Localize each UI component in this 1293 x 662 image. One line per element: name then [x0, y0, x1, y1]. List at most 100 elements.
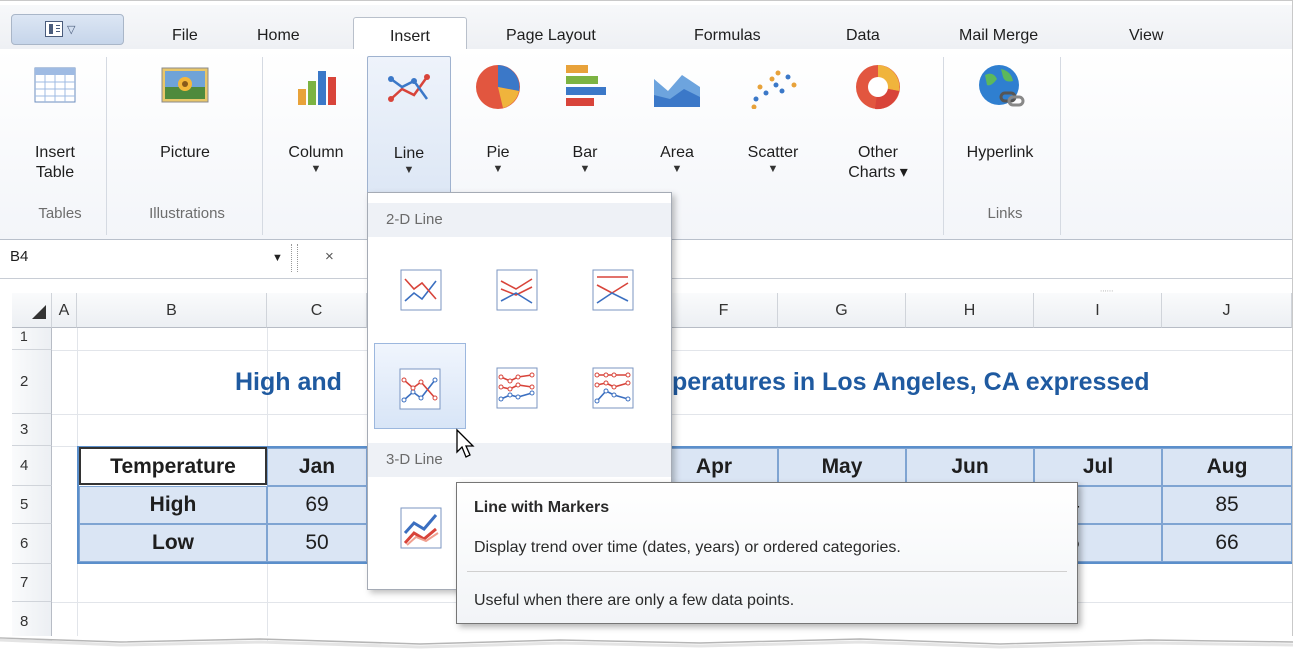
insert-table-button[interactable]: Insert Table [10, 59, 100, 199]
layout-icon [45, 21, 63, 37]
column-header-c[interactable]: C [267, 293, 367, 328]
tab-data[interactable]: Data [846, 27, 880, 45]
line-chart-button[interactable]: Line ▼ [367, 56, 451, 196]
cell-b6-low[interactable]: Low [79, 524, 267, 562]
tab-page-layout[interactable]: Page Layout [506, 27, 596, 45]
scatter-chart-button[interactable]: Scatter ▼ [728, 59, 818, 199]
row-header-6[interactable]: 6 [12, 524, 52, 564]
bar-chart-icon [566, 65, 606, 106]
row-header-2[interactable]: 2 [12, 350, 52, 414]
chevron-down-icon: ▼ [492, 163, 504, 175]
cell-j6[interactable]: 66 [1162, 524, 1292, 562]
cell-c4-jan[interactable]: Jan [267, 448, 367, 486]
chevron-down-icon: ▼ [767, 163, 779, 175]
line-label: Line [393, 145, 425, 162]
column-header-g[interactable]: G [778, 293, 906, 328]
column-label: Column [288, 144, 344, 161]
pie-chart-icon [476, 65, 520, 109]
scatter-chart-icon [751, 70, 797, 109]
quick-access-toolbar[interactable]: ▽ [11, 14, 124, 45]
gallery-item-line-with-markers[interactable] [374, 343, 466, 429]
group-separator [1060, 57, 1061, 235]
chevron-down-icon: ▽ [67, 24, 76, 36]
hyperlink-button[interactable]: Hyperlink [950, 59, 1050, 199]
tab-formulas[interactable]: Formulas [694, 27, 761, 45]
name-box[interactable]: B4 [10, 248, 28, 265]
picture-button[interactable]: Picture [130, 59, 240, 199]
cell-c6[interactable]: 50 [267, 524, 367, 562]
row-header-1[interactable]: 1 [12, 328, 52, 350]
select-all-corner[interactable] [12, 293, 52, 328]
gallery-item-100-stacked-line[interactable] [568, 245, 660, 331]
group-separator [943, 57, 944, 235]
row-header-5[interactable]: 5 [12, 486, 52, 524]
cell-h4-jun[interactable]: Jun [906, 448, 1034, 486]
name-box-dropdown-icon[interactable]: ▼ [272, 252, 283, 264]
gallery-item-100-stacked-line-markers[interactable] [568, 343, 660, 429]
formula-bar-splitter[interactable] [291, 244, 298, 272]
insert-table-label-1: Insert [34, 144, 75, 161]
row-header-3[interactable]: 3 [12, 414, 52, 446]
gallery-item-stacked-line-markers[interactable] [472, 343, 564, 429]
bar-label: Bar [572, 144, 598, 161]
window-frame: ▽ File Home Insert Page Layout Formulas … [0, 0, 1293, 641]
row-header-7[interactable]: 7 [12, 564, 52, 602]
picture-label: Picture [160, 144, 210, 161]
group-label-links: Links [987, 205, 1023, 222]
gallery-item-line[interactable] [376, 245, 468, 331]
pie-chart-button[interactable]: Pie ▼ [458, 59, 538, 199]
tooltip-hint: Useful when there are only a few data po… [474, 592, 795, 609]
sheet-title-right: peratures in Los Angeles, CA expressed [672, 368, 1149, 397]
pie-label: Pie [486, 144, 510, 161]
percent-stacked-line-icon [592, 269, 634, 311]
stacked-line-icon [496, 269, 538, 311]
title-text-right: peratures in Los Angeles, CA expressed [672, 368, 1150, 396]
table-icon [34, 67, 76, 103]
chart-type-tooltip: Line with Markers Display trend over tim… [456, 482, 1078, 624]
cell-j5[interactable]: 85 [1162, 486, 1292, 524]
gallery-item-3d-line[interactable] [376, 483, 468, 569]
column-chart-button[interactable]: Column ▼ [268, 59, 364, 199]
gallery-section-2d: 2-D Line [368, 203, 671, 237]
globe-link-icon [979, 65, 1025, 107]
cell-i4-jul[interactable]: Jul [1034, 448, 1162, 486]
tab-file[interactable]: File [172, 27, 198, 45]
stacked-line-markers-icon [496, 367, 538, 409]
column-header-h[interactable]: H [906, 293, 1034, 328]
tab-home[interactable]: Home [257, 27, 300, 45]
other-charts-label-2: Charts ▾ [848, 164, 908, 181]
mouse-cursor-icon [456, 428, 475, 458]
column-header-b[interactable]: B [77, 293, 267, 328]
cell-b5-high[interactable]: High [79, 486, 267, 524]
picture-icon [161, 67, 209, 103]
title-text-left: High and [235, 368, 342, 396]
column-header-j[interactable]: J [1162, 293, 1292, 328]
tab-mail-merge[interactable]: Mail Merge [959, 27, 1038, 45]
cell-g4-may[interactable]: May [778, 448, 906, 486]
other-charts-label-1: Other [857, 144, 898, 161]
tab-view[interactable]: View [1129, 27, 1163, 45]
row-header-4[interactable]: 4 [12, 446, 52, 486]
grid-line [52, 414, 1292, 415]
column-header-a[interactable]: A [52, 293, 77, 328]
cell-c5[interactable]: 69 [267, 486, 367, 524]
other-charts-button[interactable]: Other Charts ▾ [823, 59, 933, 199]
gallery-item-stacked-line[interactable] [472, 245, 564, 331]
insert-table-label-2: Table [35, 164, 75, 181]
line-with-markers-icon [399, 368, 441, 410]
tab-insert[interactable]: Insert [353, 17, 467, 53]
group-separator [106, 57, 107, 235]
cell-j4-aug[interactable]: Aug [1162, 448, 1292, 486]
column-header-f[interactable]: F [670, 293, 778, 328]
chevron-down-icon: ▼ [403, 164, 415, 176]
doughnut-chart-icon [856, 65, 900, 110]
bar-chart-button[interactable]: Bar ▼ [545, 59, 625, 199]
cancel-icon[interactable]: × [325, 248, 334, 265]
area-chart-button[interactable]: Area ▼ [637, 59, 717, 199]
line-chart-icon [400, 269, 442, 311]
torn-edge-decoration [0, 636, 1293, 649]
cell-b4-temperature[interactable]: Temperature [79, 447, 267, 485]
select-all-icon [32, 305, 46, 319]
column-header-i[interactable]: I [1034, 293, 1162, 328]
chevron-down-icon: ▼ [579, 163, 591, 175]
